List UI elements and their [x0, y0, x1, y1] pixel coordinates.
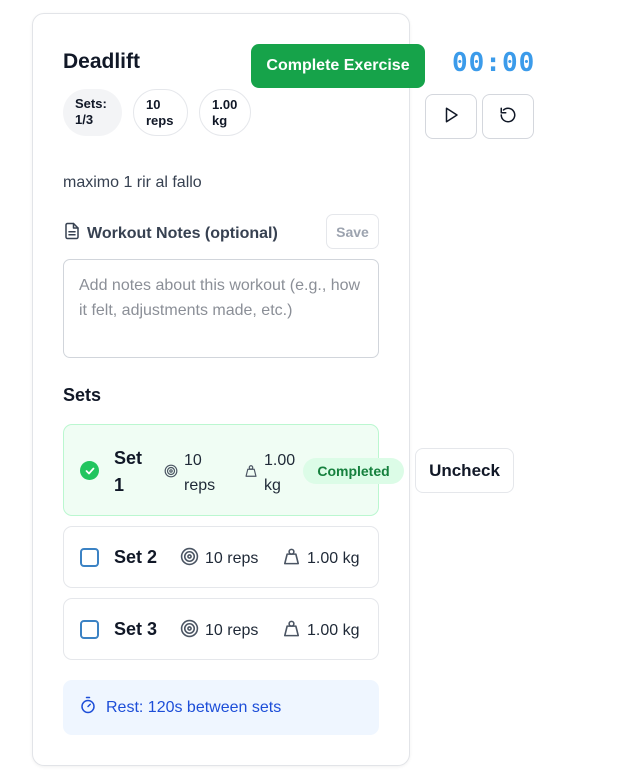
- weight-icon: [282, 547, 301, 571]
- play-icon: [442, 106, 460, 127]
- target-icon: [164, 464, 178, 483]
- set-reps: 10 reps: [164, 448, 224, 498]
- set-row: Set 3 10 reps 1.00 kg: [63, 598, 379, 660]
- stopwatch-icon: [79, 696, 97, 719]
- set-reps: 10 reps: [180, 547, 258, 571]
- pill-reps-value: 10: [146, 97, 161, 112]
- sets-heading: Sets: [63, 385, 102, 405]
- set-weight: 1.00 kg: [282, 547, 359, 571]
- set-label: Set 2: [114, 547, 158, 567]
- set-row: Set 2 10 reps 1.00 kg: [63, 526, 379, 588]
- target-icon: [180, 547, 199, 571]
- save-notes-button[interactable]: Save: [326, 214, 379, 249]
- set-reps: 10 reps: [180, 619, 258, 643]
- document-icon: [63, 222, 81, 245]
- notes-textarea[interactable]: [63, 259, 379, 358]
- pill-sets-value: 1/3: [75, 112, 94, 127]
- rest-text: Rest: 120s between sets: [106, 698, 282, 716]
- exercise-description: maximo 1 rir al fallo: [63, 174, 202, 191]
- notes-title: Workout Notes (optional): [87, 224, 278, 242]
- exercise-title: Deadlift: [63, 50, 141, 73]
- uncheck-button[interactable]: Uncheck: [415, 448, 514, 493]
- set-weight-text: 1.00 kg: [307, 550, 360, 567]
- reset-button[interactable]: [482, 94, 534, 139]
- weight-icon: [282, 619, 301, 643]
- set-weight: 1.00 kg: [282, 619, 359, 643]
- set-reps-text: 10 reps: [205, 550, 259, 567]
- completed-badge: Completed: [303, 458, 404, 484]
- set-weight-text: 1.00 kg: [264, 452, 296, 494]
- weight-pill: 1.00 kg: [199, 89, 251, 136]
- target-icon: [180, 619, 199, 643]
- checked-circle-icon[interactable]: [80, 461, 99, 480]
- weight-icon: [244, 464, 258, 483]
- set-reps-text: 10 reps: [184, 452, 216, 494]
- sets-progress-pill: Sets: 1/3: [63, 89, 122, 136]
- complete-exercise-button[interactable]: Complete Exercise: [251, 44, 425, 88]
- pill-reps-unit: reps: [146, 113, 174, 128]
- set-checkbox[interactable]: [80, 620, 99, 639]
- play-button[interactable]: [425, 94, 477, 139]
- set-weight: 1.00 kg: [244, 448, 304, 498]
- pill-sets-label: Sets:: [75, 96, 107, 111]
- set-label: Set 3: [114, 619, 158, 639]
- reset-icon: [499, 106, 517, 127]
- rest-info: Rest: 120s between sets: [63, 680, 379, 735]
- set-label: Set 1: [114, 448, 143, 495]
- pill-weight-value: 1.00: [212, 97, 238, 112]
- set-weight-text: 1.00 kg: [307, 622, 360, 639]
- set-reps-text: 10 reps: [205, 622, 259, 639]
- set-checkbox[interactable]: [80, 548, 99, 567]
- pill-weight-unit: kg: [212, 113, 228, 128]
- timer-display: 00:00: [452, 48, 536, 78]
- notes-header: Workout Notes (optional): [63, 222, 278, 245]
- reps-pill: 10 reps: [133, 89, 188, 136]
